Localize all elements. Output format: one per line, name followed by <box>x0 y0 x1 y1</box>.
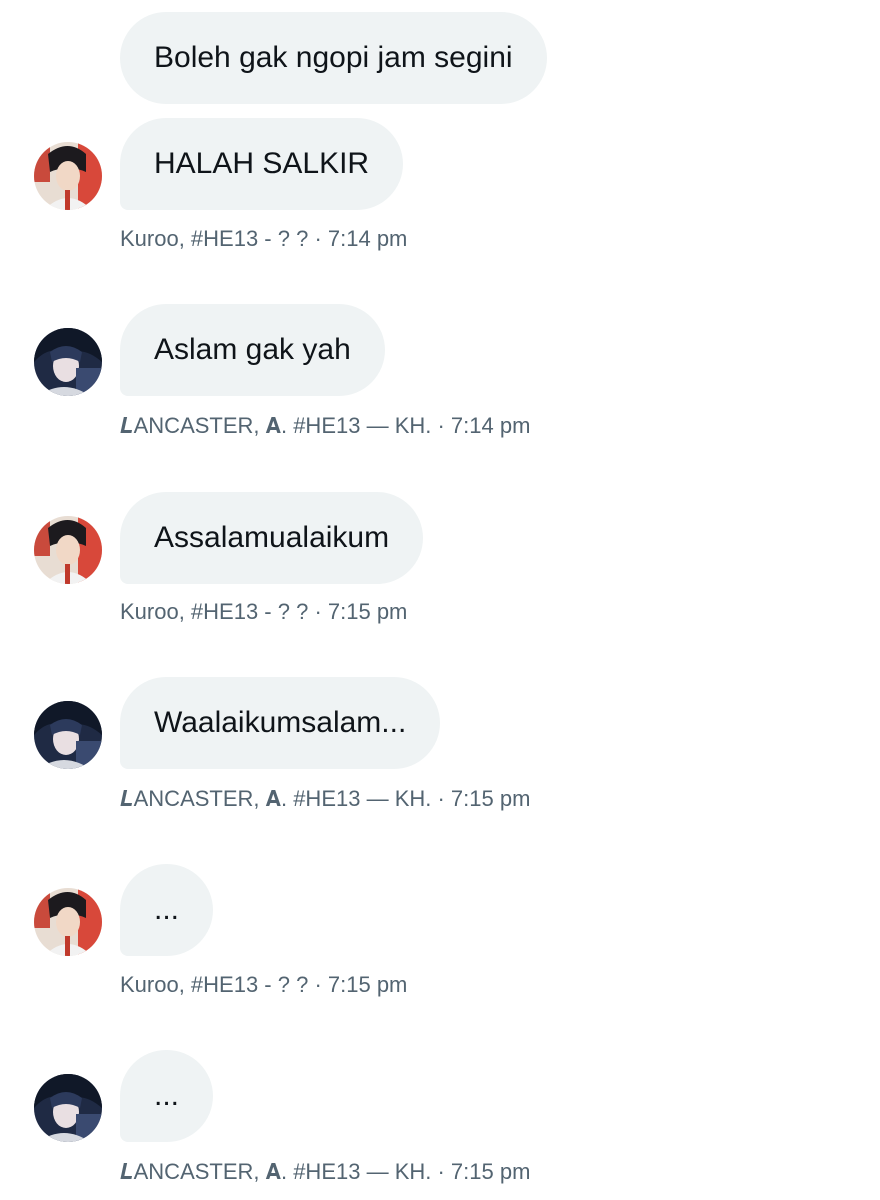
message-bubble[interactable]: ... <box>120 864 214 956</box>
message-meta: 𝑳ANCASTER, 𝐀. #HE13 — KH. · 7:14 pm <box>120 413 531 438</box>
message-meta: Kuroo, #HE13 - ? ? · 7:14 pm <box>120 226 408 251</box>
message-bubble[interactable]: Waalaikumsalam... <box>120 677 441 769</box>
message-bubble[interactable]: Aslam gak yah <box>120 304 385 396</box>
kuroo-avatar[interactable] <box>34 516 102 584</box>
message-meta: 𝑳ANCASTER, 𝐀. #HE13 — KH. · 7:15 pm <box>120 786 531 811</box>
lancaster-avatar[interactable] <box>34 328 102 396</box>
lancaster-avatar[interactable] <box>34 701 102 769</box>
kuroo-avatar[interactable] <box>34 142 102 210</box>
message-bubble[interactable]: ... <box>120 1050 214 1142</box>
message-bubble[interactable]: Boleh gak ngopi jam segini <box>120 12 547 104</box>
message-bubble[interactable]: Assalamualaikum <box>120 492 424 584</box>
message-meta: Kuroo, #HE13 - ? ? · 7:15 pm <box>120 599 408 624</box>
lancaster-avatar[interactable] <box>34 1074 102 1142</box>
message-meta: 𝑳ANCASTER, 𝐀. #HE13 — KH. · 7:15 pm <box>120 1159 531 1184</box>
message-bubble[interactable]: HALAH SALKIR <box>120 118 404 210</box>
message-meta: Kuroo, #HE13 - ? ? · 7:15 pm <box>120 972 408 997</box>
kuroo-avatar[interactable] <box>34 888 102 956</box>
